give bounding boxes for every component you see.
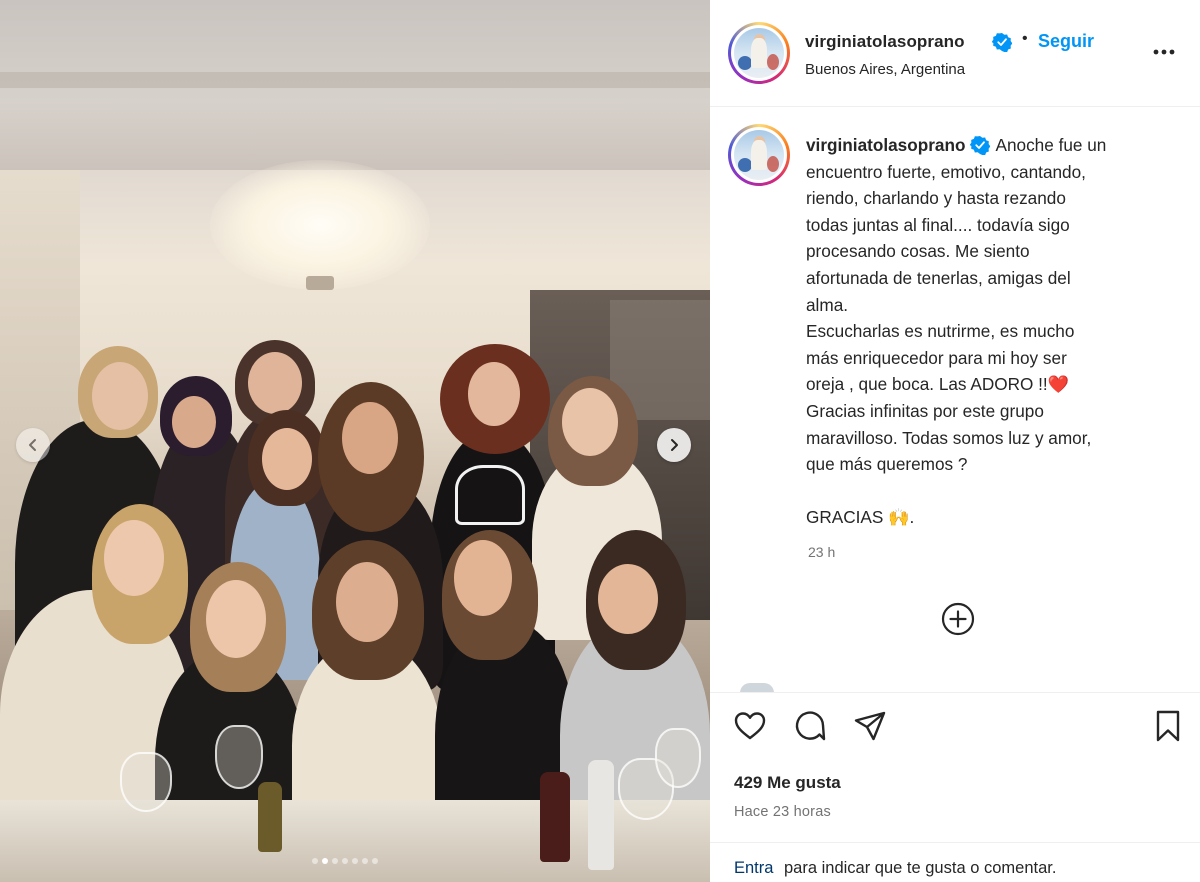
photo-lamp-base <box>306 276 334 290</box>
caption-line: que más queremos ? <box>806 454 968 475</box>
person-face <box>248 352 302 414</box>
post-timestamp[interactable]: Hace 23 horas <box>734 804 831 820</box>
person-face <box>468 362 520 426</box>
person-face <box>104 520 164 596</box>
comment-bubble-icon[interactable] <box>792 708 828 744</box>
person-face <box>454 540 512 616</box>
bottle <box>258 782 282 852</box>
caption-line: procesando cosas. Me siento <box>806 241 1030 262</box>
person-face <box>598 564 658 634</box>
post-location[interactable]: Buenos Aires, Argentina <box>805 61 965 78</box>
chevron-right-icon <box>671 439 678 451</box>
wine-glass <box>120 752 172 812</box>
post-actions <box>710 708 1200 748</box>
caption-line: Gracias infinitas por este grupo <box>806 400 1044 421</box>
caption-time[interactable]: 23 h <box>808 544 835 560</box>
post-side-panel: virginiatolasoprano • Seguir Buenos Aire… <box>710 0 1200 882</box>
carousel-dot <box>322 858 328 864</box>
photo-beam <box>0 72 710 88</box>
caption-line: afortunada de tenerlas, amigas del <box>806 267 1071 288</box>
person-face <box>342 402 398 474</box>
actions-divider <box>710 692 1200 693</box>
person-face <box>562 388 618 456</box>
caption-line: más enriquecedor para mi hoy ser <box>806 347 1067 368</box>
caption-line: todas juntas al final.... todavía sigo <box>806 214 1070 235</box>
post-caption: virginiatolasoprano Anoche fue un encuentr… <box>806 132 1156 531</box>
carousel-dots <box>312 858 378 864</box>
paper-plane-icon[interactable] <box>852 708 888 744</box>
follow-button[interactable]: Seguir <box>1038 31 1094 52</box>
caption-line: encuentro fuerte, emotivo, cantando, <box>806 161 1086 182</box>
carousel-dot <box>372 858 378 864</box>
caption-line: Escucharlas es nutrirme, es mucho <box>806 321 1075 342</box>
wine-glass <box>215 725 263 789</box>
caption-text: Anoche fue un encuentro fuerte, emotivo, … <box>806 135 1106 527</box>
person-face <box>172 396 216 448</box>
plus-circle-icon[interactable] <box>940 601 976 637</box>
caption-username[interactable]: virginiatolasoprano <box>806 135 966 155</box>
shirt-print <box>455 465 525 525</box>
carousel-next-button[interactable] <box>657 428 691 462</box>
caption-line: alma. <box>806 294 849 315</box>
carousel-dot <box>362 858 368 864</box>
comment-prompt: Entra para indicar que te gusta o coment… <box>710 842 1200 882</box>
avatar[interactable] <box>728 22 790 84</box>
chevron-left-icon <box>29 439 36 451</box>
verified-badge-icon <box>992 33 1012 52</box>
caption-line: Anoche fue un <box>995 135 1107 155</box>
caption-line: riendo, charlando y hasta rezando <box>806 188 1066 209</box>
wine-glass <box>655 728 701 788</box>
photo-lamp <box>210 160 430 290</box>
caption-avatar[interactable] <box>728 124 790 186</box>
caption-line: GRACIAS 🙌. <box>806 507 915 528</box>
person-face <box>336 562 398 642</box>
post-header: virginiatolasoprano • Seguir Buenos Aire… <box>710 0 1200 107</box>
carousel-prev-button[interactable] <box>16 428 50 462</box>
heart-icon[interactable] <box>732 708 768 744</box>
more-horizontal-icon[interactable] <box>1150 40 1180 60</box>
carousel-dot <box>312 858 318 864</box>
post-photo[interactable] <box>0 0 710 882</box>
person-face <box>206 580 266 658</box>
comment-prompt-text: para indicar que te gusta o comentar. <box>784 859 1057 877</box>
bottle <box>588 760 614 870</box>
bookmark-icon[interactable] <box>1150 708 1186 744</box>
header-username[interactable]: virginiatolasoprano <box>805 32 965 52</box>
person-face <box>262 428 312 490</box>
carousel-dot <box>352 858 358 864</box>
likes-count[interactable]: 429 Me gusta <box>734 773 841 793</box>
person-face <box>92 362 148 430</box>
header-separator: • <box>1022 30 1028 47</box>
carousel-dot <box>332 858 338 864</box>
verified-badge-icon <box>969 136 990 155</box>
caption-line: maravilloso. Todas somos luz y amor, <box>806 427 1092 448</box>
carousel-dot <box>342 858 348 864</box>
caption-line: oreja , que boca. Las ADORO !!❤️ <box>806 374 1070 395</box>
bottle <box>540 772 570 862</box>
login-link[interactable]: Entra <box>734 859 773 878</box>
